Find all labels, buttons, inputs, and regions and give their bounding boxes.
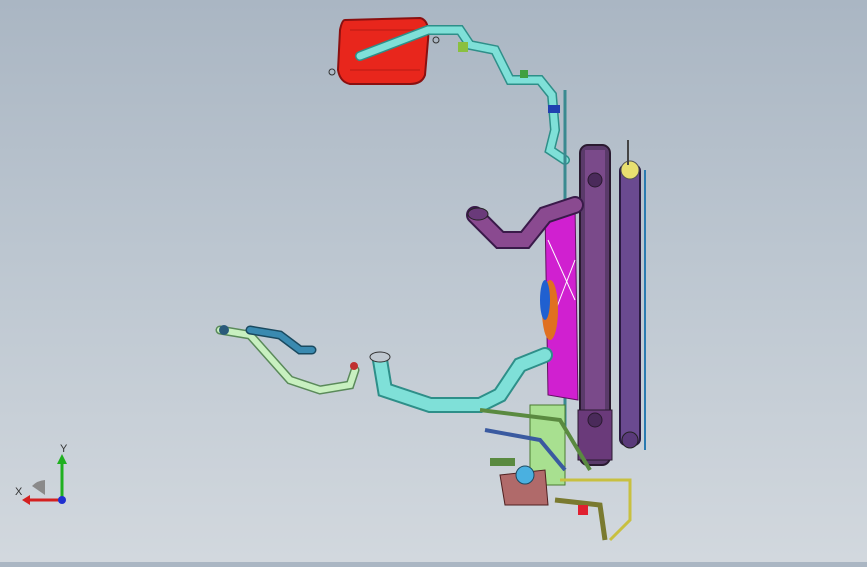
y-axis-arrow	[57, 454, 67, 464]
x-axis-arrow	[22, 495, 30, 505]
condenser[interactable]	[619, 140, 646, 450]
triad-arc	[32, 480, 45, 495]
3d-viewport[interactable]	[0, 0, 867, 562]
axis-triad: Y X	[15, 443, 68, 505]
left-pipe-assembly[interactable]	[215, 325, 360, 395]
z-axis-dot	[58, 496, 66, 504]
fan-shroud[interactable]	[540, 204, 579, 401]
lower-radiator-hose[interactable]	[369, 347, 553, 413]
tank-hose[interactable]	[355, 25, 570, 165]
radiator[interactable]	[577, 144, 613, 466]
x-axis-label: X	[15, 486, 23, 498]
y-axis-label: Y	[60, 443, 68, 455]
model-drawing[interactable]	[0, 0, 867, 562]
